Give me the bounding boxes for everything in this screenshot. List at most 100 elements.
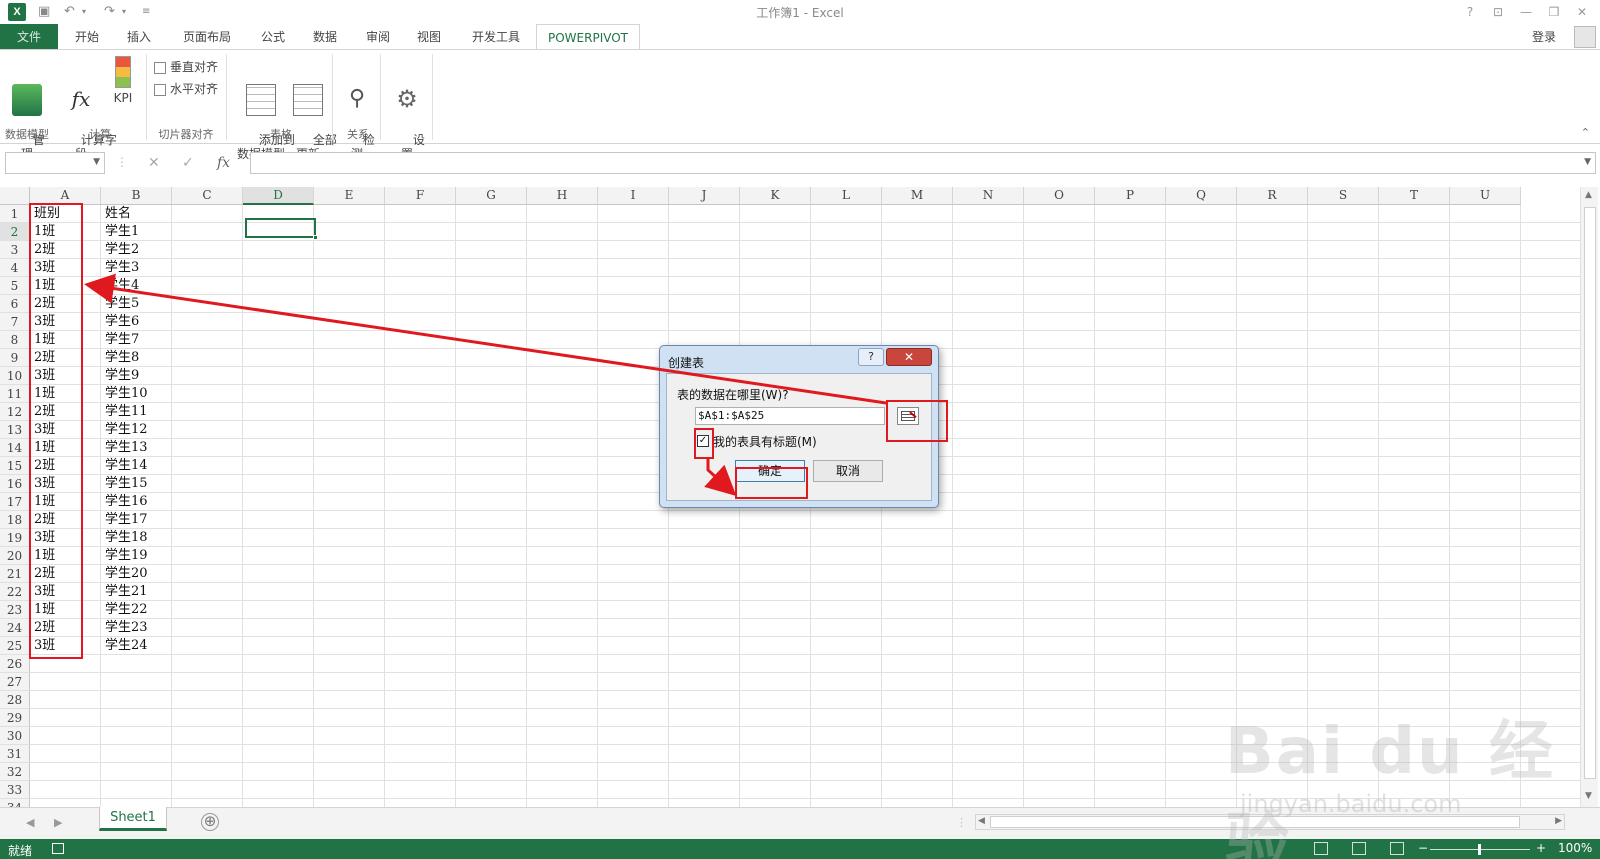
- column-header[interactable]: P: [1095, 187, 1166, 205]
- column-header[interactable]: Q: [1166, 187, 1237, 205]
- cell-b12[interactable]: 学生11: [101, 403, 172, 421]
- row-header[interactable]: 5: [0, 277, 30, 295]
- kpi-button[interactable]: KPI: [108, 56, 138, 105]
- column-header[interactable]: S: [1308, 187, 1379, 205]
- restore-icon[interactable]: ❐: [1542, 3, 1566, 21]
- column-header[interactable]: R: [1237, 187, 1308, 205]
- row-header[interactable]: 20: [0, 547, 30, 565]
- row-header[interactable]: 10: [0, 367, 30, 385]
- cell-b23[interactable]: 学生22: [101, 601, 172, 619]
- cell-b5[interactable]: 学生4: [101, 277, 172, 295]
- tab-data[interactable]: 数据: [304, 24, 346, 50]
- cell-b4[interactable]: 学生3: [101, 259, 172, 277]
- row-header[interactable]: 11: [0, 385, 30, 403]
- minimize-icon[interactable]: —: [1514, 3, 1538, 21]
- row-header[interactable]: 34: [0, 799, 30, 807]
- range-input[interactable]: $A$1:$A$25: [695, 407, 885, 425]
- row-header[interactable]: 26: [0, 655, 30, 673]
- expand-formula-icon[interactable]: ▼: [1584, 157, 1591, 167]
- tab-insert[interactable]: 插入: [118, 24, 160, 50]
- column-header[interactable]: C: [172, 187, 243, 205]
- column-header[interactable]: T: [1379, 187, 1450, 205]
- ribbon-display-icon[interactable]: ⊡: [1486, 3, 1510, 21]
- cell-b16[interactable]: 学生15: [101, 475, 172, 493]
- column-header[interactable]: I: [598, 187, 669, 205]
- collapse-ribbon-icon[interactable]: ⌃: [1581, 126, 1590, 139]
- column-header[interactable]: J: [669, 187, 740, 205]
- insert-function-icon[interactable]: fx: [217, 155, 230, 171]
- cell-b22[interactable]: 学生21: [101, 583, 172, 601]
- enter-icon[interactable]: ✓: [182, 155, 194, 171]
- scroll-left-icon[interactable]: ◀: [978, 816, 985, 826]
- row-header[interactable]: 27: [0, 673, 30, 691]
- cell-b3[interactable]: 学生2: [101, 241, 172, 259]
- row-header[interactable]: 16: [0, 475, 30, 493]
- avatar[interactable]: [1574, 26, 1596, 48]
- cell-b18[interactable]: 学生17: [101, 511, 172, 529]
- cell-b7[interactable]: 学生6: [101, 313, 172, 331]
- tab-view[interactable]: 视图: [408, 24, 450, 50]
- name-box[interactable]: ▼: [5, 152, 105, 174]
- row-header[interactable]: 3: [0, 241, 30, 259]
- row-header[interactable]: 18: [0, 511, 30, 529]
- row-header[interactable]: 15: [0, 457, 30, 475]
- tab-split-icon[interactable]: ⋮: [956, 816, 967, 829]
- cancel-icon[interactable]: ✕: [148, 155, 160, 171]
- tab-developer[interactable]: 开发工具: [462, 24, 530, 50]
- row-header[interactable]: 31: [0, 745, 30, 763]
- vertical-scroll-thumb[interactable]: [1584, 207, 1596, 779]
- row-header[interactable]: 12: [0, 403, 30, 421]
- cell-b6[interactable]: 学生5: [101, 295, 172, 313]
- row-header[interactable]: 2: [0, 223, 30, 241]
- row-header[interactable]: 8: [0, 331, 30, 349]
- fill-handle[interactable]: [313, 235, 318, 240]
- row-header[interactable]: 30: [0, 727, 30, 745]
- row-header[interactable]: 17: [0, 493, 30, 511]
- column-header[interactable]: H: [527, 187, 598, 205]
- column-header[interactable]: O: [1024, 187, 1095, 205]
- cell-b17[interactable]: 学生16: [101, 493, 172, 511]
- column-header[interactable]: F: [385, 187, 456, 205]
- row-header[interactable]: 19: [0, 529, 30, 547]
- row-header[interactable]: 4: [0, 259, 30, 277]
- row-header[interactable]: 13: [0, 421, 30, 439]
- macro-record-icon[interactable]: [52, 843, 64, 854]
- dialog-help-button[interactable]: ?: [858, 348, 884, 366]
- row-header[interactable]: 33: [0, 781, 30, 799]
- has-headers-label[interactable]: 我的表具有标题(M): [713, 433, 817, 450]
- column-header[interactable]: N: [953, 187, 1024, 205]
- formula-input[interactable]: ▼: [250, 152, 1596, 174]
- tab-file[interactable]: 文件: [0, 24, 58, 50]
- cell-b2[interactable]: 学生1: [101, 223, 172, 241]
- login-link[interactable]: 登录: [1532, 28, 1556, 45]
- tab-home[interactable]: 开始: [66, 24, 108, 50]
- help-button[interactable]: ?: [1458, 3, 1482, 21]
- column-header[interactable]: B: [101, 187, 172, 205]
- cell-b21[interactable]: 学生20: [101, 565, 172, 583]
- row-header[interactable]: 6: [0, 295, 30, 313]
- cell-b10[interactable]: 学生9: [101, 367, 172, 385]
- prev-sheet-icon[interactable]: ◀: [26, 816, 34, 829]
- column-header[interactable]: L: [811, 187, 882, 205]
- row-header[interactable]: 29: [0, 709, 30, 727]
- tab-review[interactable]: 审阅: [357, 24, 399, 50]
- tab-powerpivot[interactable]: POWERPIVOT: [536, 24, 640, 50]
- cell-b8[interactable]: 学生7: [101, 331, 172, 349]
- cancel-button[interactable]: 取消: [813, 460, 883, 482]
- horizontal-align-button[interactable]: 水平对齐: [154, 80, 218, 97]
- row-header[interactable]: 24: [0, 619, 30, 637]
- cell-b13[interactable]: 学生12: [101, 421, 172, 439]
- tab-formulas[interactable]: 公式: [252, 24, 294, 50]
- next-sheet-icon[interactable]: ▶: [54, 816, 62, 829]
- row-header[interactable]: 14: [0, 439, 30, 457]
- cell-b24[interactable]: 学生23: [101, 619, 172, 637]
- row-header[interactable]: 1: [0, 205, 30, 223]
- row-header[interactable]: 22: [0, 583, 30, 601]
- cell-b11[interactable]: 学生10: [101, 385, 172, 403]
- cell-b14[interactable]: 学生13: [101, 439, 172, 457]
- vertical-align-button[interactable]: 垂直对齐: [154, 58, 218, 75]
- row-header[interactable]: 28: [0, 691, 30, 709]
- cell-b15[interactable]: 学生14: [101, 457, 172, 475]
- add-sheet-icon[interactable]: ⊕: [201, 813, 219, 831]
- cell-b20[interactable]: 学生19: [101, 547, 172, 565]
